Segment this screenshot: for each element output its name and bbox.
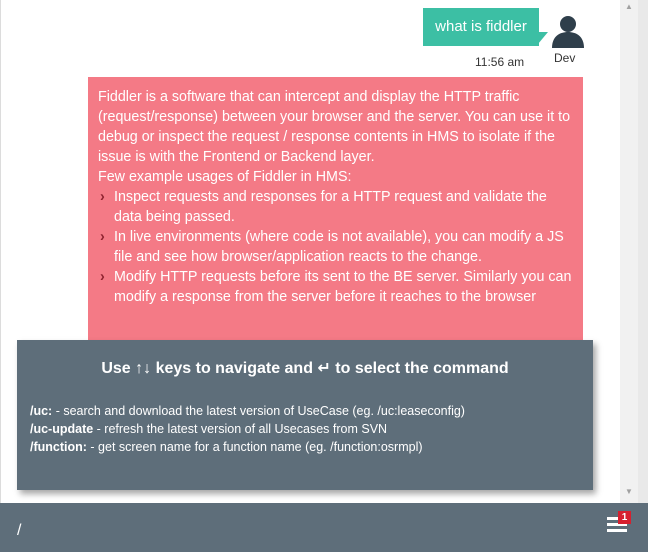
list-item-text: Inspect requests and responses for a HTT… [114,189,547,225]
command-description: - refresh the latest version of all Usec… [93,422,388,436]
chevron-right-icon: › [100,229,105,245]
chevron-right-icon: › [100,189,105,205]
sender-name: Dev [554,51,576,65]
bot-usage-list: › Inspect requests and responses for a HT… [98,187,575,307]
window-edge [638,0,648,503]
command-popup-header: Use ↑↓ keys to navigate and ↵ to select … [101,360,509,377]
command-name: /function: [30,440,87,454]
command-description: - get screen name for a function name (e… [86,440,423,454]
bot-usage-heading: Few example usages of Fiddler in HMS: [98,169,352,185]
list-item: › In live environments (where code is not… [100,227,575,267]
message-timestamp: 11:56 am [475,55,525,69]
bot-message-bubble: Fiddler is a software that can intercept… [88,77,583,347]
list-item-text: Modify HTTP requests before its sent to … [114,269,572,305]
command-name: /uc: [30,404,53,418]
user-message-text: what is fiddler [435,18,527,35]
scroll-up-icon[interactable]: ▲ [620,2,638,12]
notification-badge: 1 [618,511,631,524]
command-item[interactable]: /function: - get screen name for a funct… [30,438,465,456]
list-item-text: In live environments (where code is not … [114,229,564,265]
command-item[interactable]: /uc-update - refresh the latest version … [30,420,465,438]
user-avatar-icon [552,16,584,48]
command-name: /uc-update [30,422,94,436]
command-description: - search and download the latest version… [52,404,465,418]
list-item: › Inspect requests and responses for a HT… [100,187,575,227]
command-suggestions-popup: Use ↑↓ keys to navigate and ↵ to select … [17,340,593,490]
message-input[interactable] [15,520,579,542]
bot-message-intro: Fiddler is a software that can intercept… [98,89,571,165]
list-item: › Modify HTTP requests before its sent to… [100,267,575,307]
message-input-bar [0,503,648,552]
scroll-down-icon[interactable]: ▼ [620,487,638,497]
command-list: /uc: - search and download the latest ve… [30,402,465,456]
chat-scrollbar[interactable]: ▲ ▼ [620,0,638,503]
command-item[interactable]: /uc: - search and download the latest ve… [30,402,465,420]
user-message-bubble: what is fiddler [423,8,548,46]
chevron-right-icon: › [100,269,105,285]
